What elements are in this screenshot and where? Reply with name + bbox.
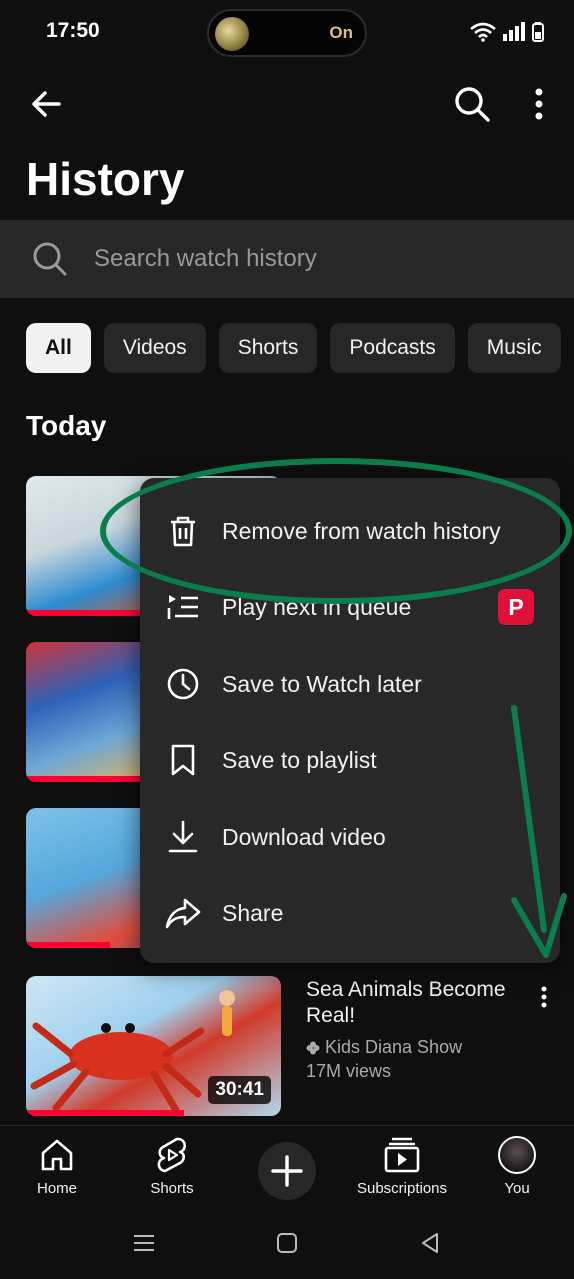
highlight-annotation <box>100 458 572 604</box>
menu-item-label: Download video <box>222 823 386 850</box>
nav-label: Shorts <box>150 1180 194 1197</box>
search-icon <box>33 242 67 276</box>
menu-item-label: Share <box>222 899 284 926</box>
back-triangle-icon[interactable] <box>418 1231 442 1255</box>
chip-podcasts[interactable]: Podcasts <box>330 323 455 373</box>
chip-all[interactable]: All <box>26 323 91 373</box>
filter-chips: All Videos Shorts Podcasts Music <box>26 323 561 373</box>
chip-music[interactable]: Music <box>467 323 561 373</box>
nav-label: Home <box>36 1180 77 1197</box>
menu-item-save-playlist[interactable]: Save to playlist <box>140 722 560 798</box>
island-status-label: On <box>329 23 353 42</box>
menu-icon[interactable] <box>132 1231 156 1255</box>
nav-home[interactable]: Home <box>0 1136 122 1197</box>
back-arrow-icon[interactable] <box>26 84 66 124</box>
create-button[interactable] <box>258 1142 316 1200</box>
share-icon <box>165 898 201 929</box>
signal-icon <box>503 22 525 41</box>
flashlight-icon <box>215 17 249 51</box>
chip-shorts[interactable]: Shorts <box>218 323 318 373</box>
page-title: History <box>26 153 185 205</box>
section-title-today: Today <box>26 410 107 441</box>
dynamic-island: On <box>207 9 367 57</box>
battery-icon <box>532 22 544 42</box>
watch-progress-bar <box>26 942 111 948</box>
status-time: 17:50 <box>46 19 100 42</box>
wifi-icon <box>470 22 496 42</box>
channel-badge-icon <box>306 1041 320 1054</box>
menu-item-share[interactable]: Share <box>140 875 560 951</box>
video-title[interactable]: Sea Animals Become Real! <box>306 977 532 1029</box>
video-thumbnail[interactable]: 30:41 <box>26 976 281 1116</box>
video-channel[interactable]: Kids Diana Show <box>306 1037 462 1058</box>
avatar <box>498 1136 536 1174</box>
premium-badge: P <box>498 589 534 625</box>
status-bar: 17:50 On <box>0 0 574 64</box>
plus-icon <box>271 1155 303 1187</box>
nav-label: You <box>504 1180 530 1197</box>
chip-videos[interactable]: Videos <box>103 323 206 373</box>
menu-item-watch-later[interactable]: Save to Watch later <box>140 646 560 722</box>
clock-icon <box>167 668 199 700</box>
status-icons <box>470 22 544 42</box>
system-navigation <box>0 1207 574 1279</box>
menu-item-download[interactable]: Download video <box>140 799 560 875</box>
watch-progress-bar <box>26 776 141 782</box>
search-icon[interactable] <box>452 84 492 124</box>
nav-label: Subscriptions <box>356 1180 448 1197</box>
nav-shorts[interactable]: Shorts <box>107 1136 237 1197</box>
video-duration: 30:41 <box>208 1076 271 1104</box>
menu-item-label: Save to playlist <box>222 746 377 773</box>
download-icon <box>168 820 198 853</box>
video-channel-name: Kids Diana Show <box>325 1037 463 1057</box>
bottom-navigation: Home Shorts Subscriptions You <box>0 1125 574 1207</box>
search-input[interactable] <box>94 238 534 280</box>
watch-progress-bar <box>26 1110 185 1116</box>
nav-you[interactable]: You <box>452 1136 574 1197</box>
search-bar[interactable] <box>0 220 574 298</box>
arrow-annotation <box>511 705 567 958</box>
bookmark-icon <box>171 744 195 776</box>
nav-subscriptions[interactable]: Subscriptions <box>337 1136 467 1197</box>
shorts-icon <box>157 1137 187 1173</box>
video-views: 17M views <box>306 1061 392 1081</box>
home-icon <box>41 1139 73 1171</box>
video-more-icon[interactable] <box>534 982 554 1012</box>
subscriptions-icon <box>384 1137 420 1173</box>
menu-item-label: Save to Watch later <box>222 670 422 697</box>
top-bar <box>0 64 574 144</box>
more-vert-icon[interactable] <box>522 84 556 124</box>
home-square-icon[interactable] <box>275 1231 299 1255</box>
queue-icon <box>167 595 198 619</box>
